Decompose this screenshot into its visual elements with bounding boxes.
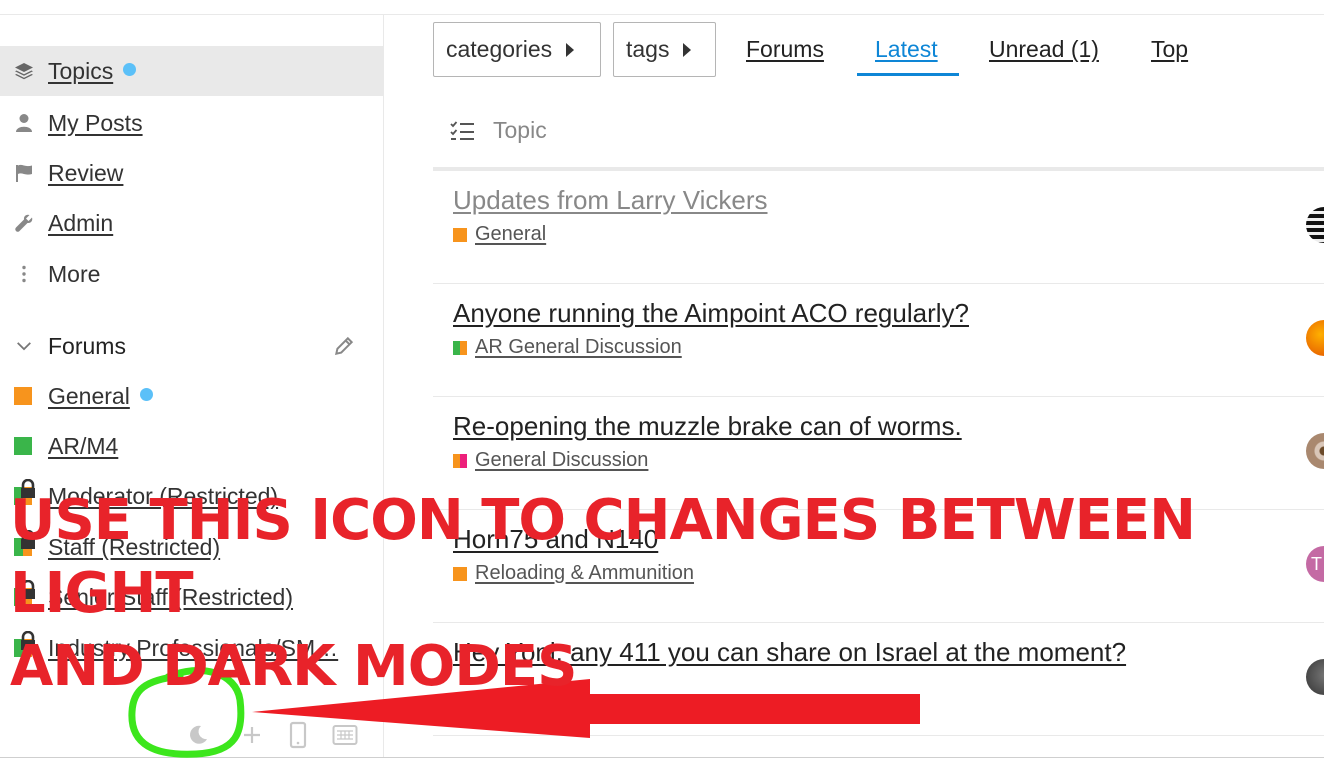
tags-dropdown[interactable]: tags xyxy=(613,22,716,77)
sidebar-item-admin[interactable]: Admin xyxy=(0,198,384,248)
category-badge-icon xyxy=(453,227,467,242)
layers-icon xyxy=(0,61,48,81)
sidebar-item-my-posts[interactable]: My Posts xyxy=(0,98,384,148)
moon-icon[interactable] xyxy=(186,723,210,752)
topic-row: Updates from Larry Vickers General xyxy=(433,171,1324,284)
pencil-icon[interactable] xyxy=(333,335,355,363)
topic-title-link[interactable]: Re-opening the muzzle brake can of worms… xyxy=(453,411,962,442)
nav-unread[interactable]: Unread (1) xyxy=(989,36,1099,63)
category-badge-icon xyxy=(453,453,467,468)
sidebar-category-item[interactable]: General xyxy=(0,371,384,421)
sidebar-item-label: My Posts xyxy=(48,109,143,136)
nav-top[interactable]: Top xyxy=(1151,36,1188,63)
sidebar-item-label: Admin xyxy=(48,209,114,236)
bottom-divider xyxy=(0,757,1324,758)
lock-icon xyxy=(21,479,35,498)
poster-avatar[interactable]: T xyxy=(1306,546,1324,582)
lock-icon xyxy=(21,580,35,599)
category-badge-icon xyxy=(453,340,467,355)
sidebar-item-review[interactable]: Review xyxy=(0,148,384,198)
user-icon xyxy=(0,113,48,133)
tags-dropdown-label: tags xyxy=(626,36,670,62)
category-badge-icon xyxy=(0,437,48,455)
nav-forums[interactable]: Forums xyxy=(746,36,824,63)
topic-category-link[interactable]: General Discussion xyxy=(475,449,648,472)
flag-icon xyxy=(0,163,48,183)
forums-header-label: Forums xyxy=(48,332,126,359)
category-badge-icon xyxy=(0,580,48,606)
topic-title-link[interactable]: Anyone running the Aimpoint ACO regularl… xyxy=(453,298,969,329)
nav-latest[interactable]: Latest xyxy=(875,36,938,63)
sidebar-category-item[interactable]: Staff (Restricted) xyxy=(0,522,384,572)
caret-right-icon xyxy=(566,42,575,57)
topic-title-link[interactable]: Updates from Larry Vickers xyxy=(453,185,768,216)
topic-title-link[interactable]: Hey Yoni, any 411 you can share on Israe… xyxy=(453,637,1126,668)
topic-category: Reloading & Ammunition xyxy=(453,562,694,585)
category-badge-icon xyxy=(0,631,48,657)
bulk-select-icon[interactable] xyxy=(450,120,475,142)
category-badge-icon xyxy=(453,566,467,581)
poster-avatar[interactable] xyxy=(1306,659,1324,695)
topic-title-link[interactable]: Horn75 and N140 xyxy=(453,524,658,555)
sidebar-category-item[interactable]: Senior Staff (Restricted) xyxy=(0,572,384,622)
sidebar-item-label: More xyxy=(48,260,101,287)
chevron-down-icon xyxy=(0,337,48,355)
poster-avatar[interactable] xyxy=(1306,207,1324,243)
sidebar-item-label: Review xyxy=(48,159,124,186)
topic-column-label: Topic xyxy=(493,117,547,143)
category-badge-icon xyxy=(0,530,48,556)
sidebar-category-item[interactable]: AR/M4 xyxy=(0,421,384,471)
unread-dot xyxy=(123,62,137,76)
category-badge-icon xyxy=(0,387,48,405)
topic-row: Horn75 and N140 Reloading & Ammunition T xyxy=(433,510,1324,623)
topic-row: Anyone running the Aimpoint ACO regularl… xyxy=(433,284,1324,397)
categories-dropdown-label: categories xyxy=(446,36,553,62)
topic-category-link[interactable]: Reloading & Ammunition xyxy=(475,562,694,585)
poster-avatar[interactable] xyxy=(1306,320,1324,356)
categories-dropdown[interactable]: categories xyxy=(433,22,601,77)
wrench-icon xyxy=(0,213,48,233)
sidebar-category-label: Moderator (Restricted) xyxy=(48,482,279,509)
ellipsis-vertical-icon xyxy=(0,264,48,284)
poster-avatar[interactable] xyxy=(1306,433,1324,469)
topic-row: Re-opening the muzzle brake can of worms… xyxy=(433,397,1324,510)
sidebar-category-label: Senior Staff (Restricted) xyxy=(48,583,294,610)
topic-category-link[interactable]: AR General Discussion xyxy=(475,336,682,359)
sidebar: Topics My Posts Review Admin More Forums xyxy=(0,15,384,757)
mobile-icon[interactable] xyxy=(288,721,308,754)
topic-category: AR General Discussion xyxy=(453,336,682,359)
sidebar-category-item[interactable]: Industry Professionals/SM… xyxy=(0,623,384,673)
topic-row: Hey Yoni, any 411 you can share on Israe… xyxy=(433,623,1324,736)
forums-section-header[interactable]: Forums xyxy=(0,329,384,363)
sidebar-category-label: Industry Professionals/SM… xyxy=(48,634,339,661)
lock-icon xyxy=(21,530,35,549)
active-tab-indicator xyxy=(857,73,959,76)
plus-icon[interactable] xyxy=(240,723,264,752)
keyboard-icon[interactable] xyxy=(332,724,358,751)
topic-category-link[interactable]: General xyxy=(475,223,546,246)
sidebar-category-label: Staff (Restricted) xyxy=(48,533,221,560)
sidebar-footer xyxy=(0,705,384,760)
category-badge-icon xyxy=(0,479,48,505)
sidebar-item-topics[interactable]: Topics xyxy=(0,46,384,96)
unread-dot xyxy=(139,387,153,401)
lock-icon xyxy=(21,631,35,650)
topic-category: General Discussion xyxy=(453,449,648,472)
sidebar-item-more[interactable]: More xyxy=(0,249,384,299)
topic-column-header[interactable]: Topic xyxy=(450,117,547,144)
topic-category: General xyxy=(453,223,546,246)
sidebar-category-label: AR/M4 xyxy=(48,432,119,459)
sidebar-category-item[interactable]: Moderator (Restricted) xyxy=(0,471,384,521)
avatar-initial: T xyxy=(1311,553,1322,574)
caret-right-icon xyxy=(683,42,692,57)
sidebar-category-label: General xyxy=(48,382,130,409)
sidebar-item-label: Topics xyxy=(48,57,114,84)
